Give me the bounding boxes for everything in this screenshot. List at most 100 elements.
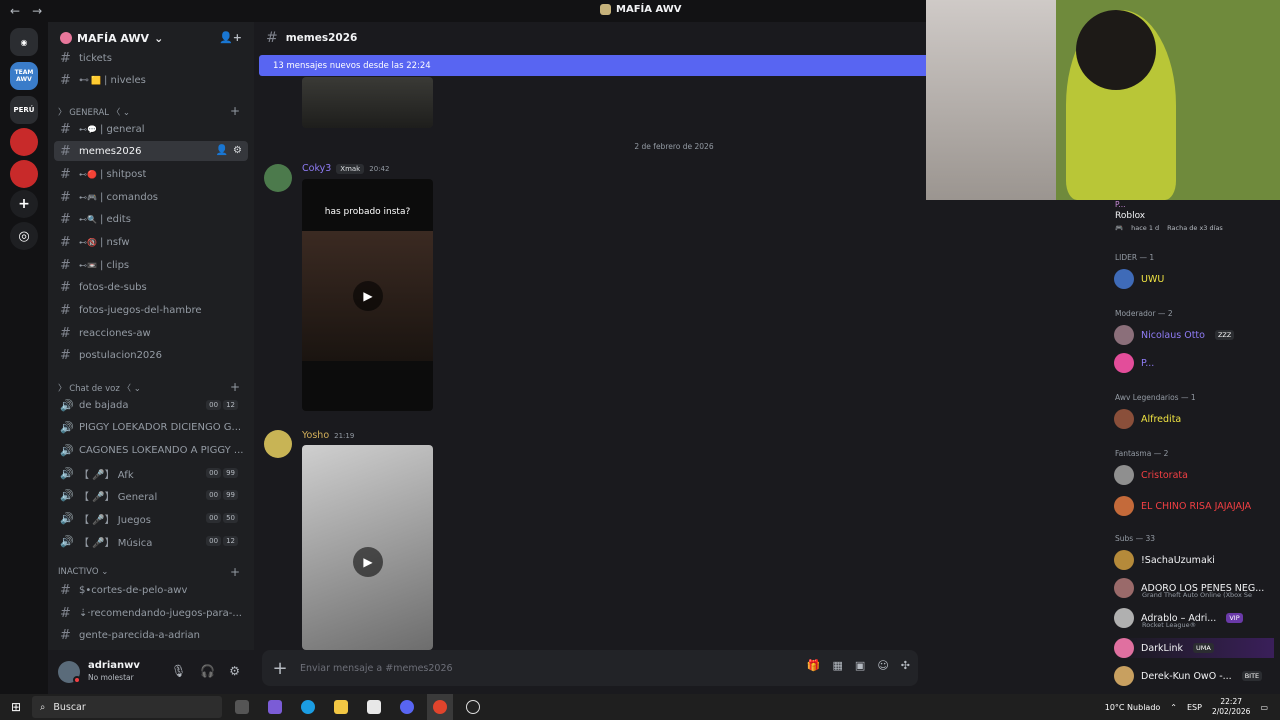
new-messages-bar[interactable]: 13 mensajes nuevos desde las 22:24 (259, 55, 926, 76)
member-item[interactable]: !SachaUzumaki (1114, 550, 1215, 570)
message-input[interactable]: Enviar mensaje a #memes2026 (300, 663, 453, 674)
speaker-icon: 🔊 (60, 420, 74, 434)
member-list: P... Roblox 🎮 hace 1 d Racha de x3 días L… (1100, 200, 1280, 694)
channel-memes2026[interactable]: # memes2026 👤 ⚙ (54, 141, 248, 161)
voice-channel-cagones[interactable]: 🔊 CAGONES LOKEANDO A PIGGY ... (54, 440, 248, 460)
channel-clips[interactable]: # ⊷📼 | clips (54, 255, 248, 275)
voice-channel-musica[interactable]: 🔊 【 🎤】 Música 00 12 (54, 531, 248, 551)
calculator-icon[interactable] (361, 694, 387, 720)
category-inactivo[interactable]: INACTIVO ⌄ + (58, 565, 244, 579)
add-channel-icon[interactable]: + (230, 104, 240, 118)
member-item[interactable]: DarkLink UMA (1114, 638, 1274, 658)
video-attachment[interactable]: has probado insta? ▶ (302, 179, 433, 411)
apps-icon[interactable]: ✣ (901, 659, 910, 672)
task-view-icon[interactable] (229, 694, 255, 720)
microphone-icon[interactable]: 🎙 (171, 664, 186, 678)
windows-start-icon[interactable]: ⊞ (0, 700, 32, 714)
voice-channel-afk[interactable]: 🔊 【 🎤】 Afk 00 99 (54, 463, 248, 483)
sticker-icon[interactable]: ▣ (855, 659, 865, 672)
channel-niveles[interactable]: # ⊷ 🟨 | niveles (54, 70, 248, 90)
member-item[interactable]: Cristorata (1114, 465, 1188, 485)
edge-icon[interactable] (295, 694, 321, 720)
hash-icon: # (60, 166, 71, 182)
gift-icon[interactable]: 🎁 (807, 659, 821, 672)
clock[interactable]: 22:27 2/02/2026 (1212, 697, 1250, 717)
member-item[interactable]: Adrablo – Adri... VIP Rocket League® (1114, 608, 1243, 629)
language-indicator[interactable]: ESP (1187, 703, 1202, 712)
video-attachment[interactable]: ▶ (302, 445, 433, 650)
member-item[interactable]: Nicolaus Otto ZZZ (1114, 325, 1235, 345)
channel-fotos-juegos-del-hambre[interactable]: # fotos-juegos-del-hambre (54, 300, 248, 320)
server-red-2[interactable] (10, 160, 38, 188)
add-channel-icon[interactable]: + (230, 380, 240, 394)
avatar[interactable] (264, 430, 292, 458)
member-item[interactable]: EL CHINO RISA JAJAJAJA (1114, 496, 1251, 516)
member-item[interactable]: Alfredita (1114, 409, 1181, 429)
headphones-icon[interactable]: 🎧 (200, 664, 215, 678)
channel-recomendando-juegos[interactable]: # ⇣·recomendando-juegos-para-... (54, 603, 248, 623)
play-icon[interactable]: ▶ (353, 281, 383, 311)
gear-icon[interactable]: ⚙ (233, 145, 242, 156)
taskbar-search[interactable]: ⌕ Buscar (32, 696, 222, 718)
message-author[interactable]: Yosho (302, 430, 329, 441)
channel-cortes-de-pelo-awv[interactable]: # $•cortes-de-pelo-awv (54, 580, 248, 600)
forward-icon[interactable]: → (32, 4, 42, 18)
discord-icon[interactable] (394, 694, 420, 720)
voice-channel-piggy[interactable]: 🔊 PIGGY LOEKADOR DICIENGO G... (54, 417, 248, 437)
chat-area: # memes2026 13 mensajes nuevos desde las… (254, 22, 926, 694)
file-explorer-icon[interactable] (328, 694, 354, 720)
gif-icon[interactable]: ▦ (833, 659, 843, 672)
voice-channel-juegos[interactable]: 🔊 【 🎤】 Juegos 00 50 (54, 508, 248, 528)
notification-icon[interactable]: ▭ (1260, 703, 1268, 712)
channel-gente-parecida-a-adrian[interactable]: # gente-parecida-a-adrian (54, 625, 248, 645)
channel-shitpost[interactable]: # ⊷🔴 | shitpost (54, 164, 248, 184)
back-icon[interactable]: ← (10, 4, 20, 18)
voice-channel-de-bajada[interactable]: 🔊 de bajada 00 12 (54, 395, 248, 415)
channel-postulacion2026[interactable]: # postulacion2026 (54, 345, 248, 365)
channel-fotos-de-subs[interactable]: # fotos-de-subs (54, 277, 248, 297)
role-header: Subs — 33 (1115, 534, 1155, 543)
server-peru[interactable]: PERÚ (10, 96, 38, 124)
voice-channel-general[interactable]: 🔊 【 🎤】 General 00 99 (54, 485, 248, 505)
window-title: MAFÍA AWV (600, 4, 682, 15)
emoji-icon[interactable]: ☺ (877, 659, 888, 672)
add-attachment-icon[interactable]: + (262, 658, 298, 679)
previous-video-thumbnail[interactable] (302, 77, 433, 128)
chrome-icon[interactable] (427, 694, 453, 720)
server-team-awv[interactable]: TEAM AWV (10, 62, 38, 90)
user-count: 00 (206, 536, 222, 546)
chevron-up-icon[interactable]: ⌃ (1170, 703, 1177, 712)
hash-icon: # (60, 234, 71, 250)
category-chat-de-voz[interactable]: 〉 Chat de voz 〈 ⌄ + (58, 380, 244, 394)
channel-comandos[interactable]: # ⊷🎮 | comandos (54, 187, 248, 207)
copilot-icon[interactable] (262, 694, 288, 720)
add-server-icon[interactable]: + (10, 190, 38, 218)
member-item[interactable]: ADORO LOS PENES NEG... Grand Theft Auto O… (1114, 578, 1264, 599)
avatar[interactable] (264, 164, 292, 192)
play-icon[interactable]: ▶ (353, 547, 383, 577)
add-member-icon[interactable]: 👤 (216, 145, 228, 156)
member-item[interactable]: Derek-Kun OwO -... BITE (1114, 666, 1263, 686)
category-general[interactable]: 〉 GENERAL 〈 ⌄ + (58, 104, 244, 118)
channel-tickets[interactable]: # tickets (54, 48, 248, 68)
server-red-1[interactable] (10, 128, 38, 156)
obs-icon[interactable] (460, 694, 486, 720)
message-composer[interactable]: + Enviar mensaje a #memes2026 🎁 ▦ ▣ ☺ ✣ (262, 650, 918, 686)
channel-nsfw[interactable]: # ⊷🔞 | nsfw (54, 232, 248, 252)
channel-reacciones-aw[interactable]: # reacciones-aw (54, 323, 248, 343)
explore-icon[interactable]: ◎ (10, 222, 38, 250)
gear-icon[interactable]: ⚙ (229, 664, 240, 678)
role-header: Moderador — 2 (1115, 309, 1173, 318)
channel-edits[interactable]: # ⊷🔍 | edits (54, 209, 248, 229)
weather-widget[interactable]: 10°C Nublado (1105, 703, 1161, 712)
blank-area (926, 200, 1100, 694)
avatar[interactable] (58, 661, 81, 684)
member-item[interactable]: P... (1114, 353, 1154, 373)
invite-icon[interactable]: 👤+ (219, 31, 242, 44)
message-author[interactable]: Coky3 (302, 163, 331, 174)
member-item[interactable]: UWU (1114, 269, 1164, 289)
add-channel-icon[interactable]: + (230, 565, 240, 579)
username[interactable]: adrianwv (88, 660, 140, 672)
discord-home-icon[interactable]: ◉ (10, 28, 38, 56)
channel-general[interactable]: # ⊷💬 | general (54, 119, 248, 139)
